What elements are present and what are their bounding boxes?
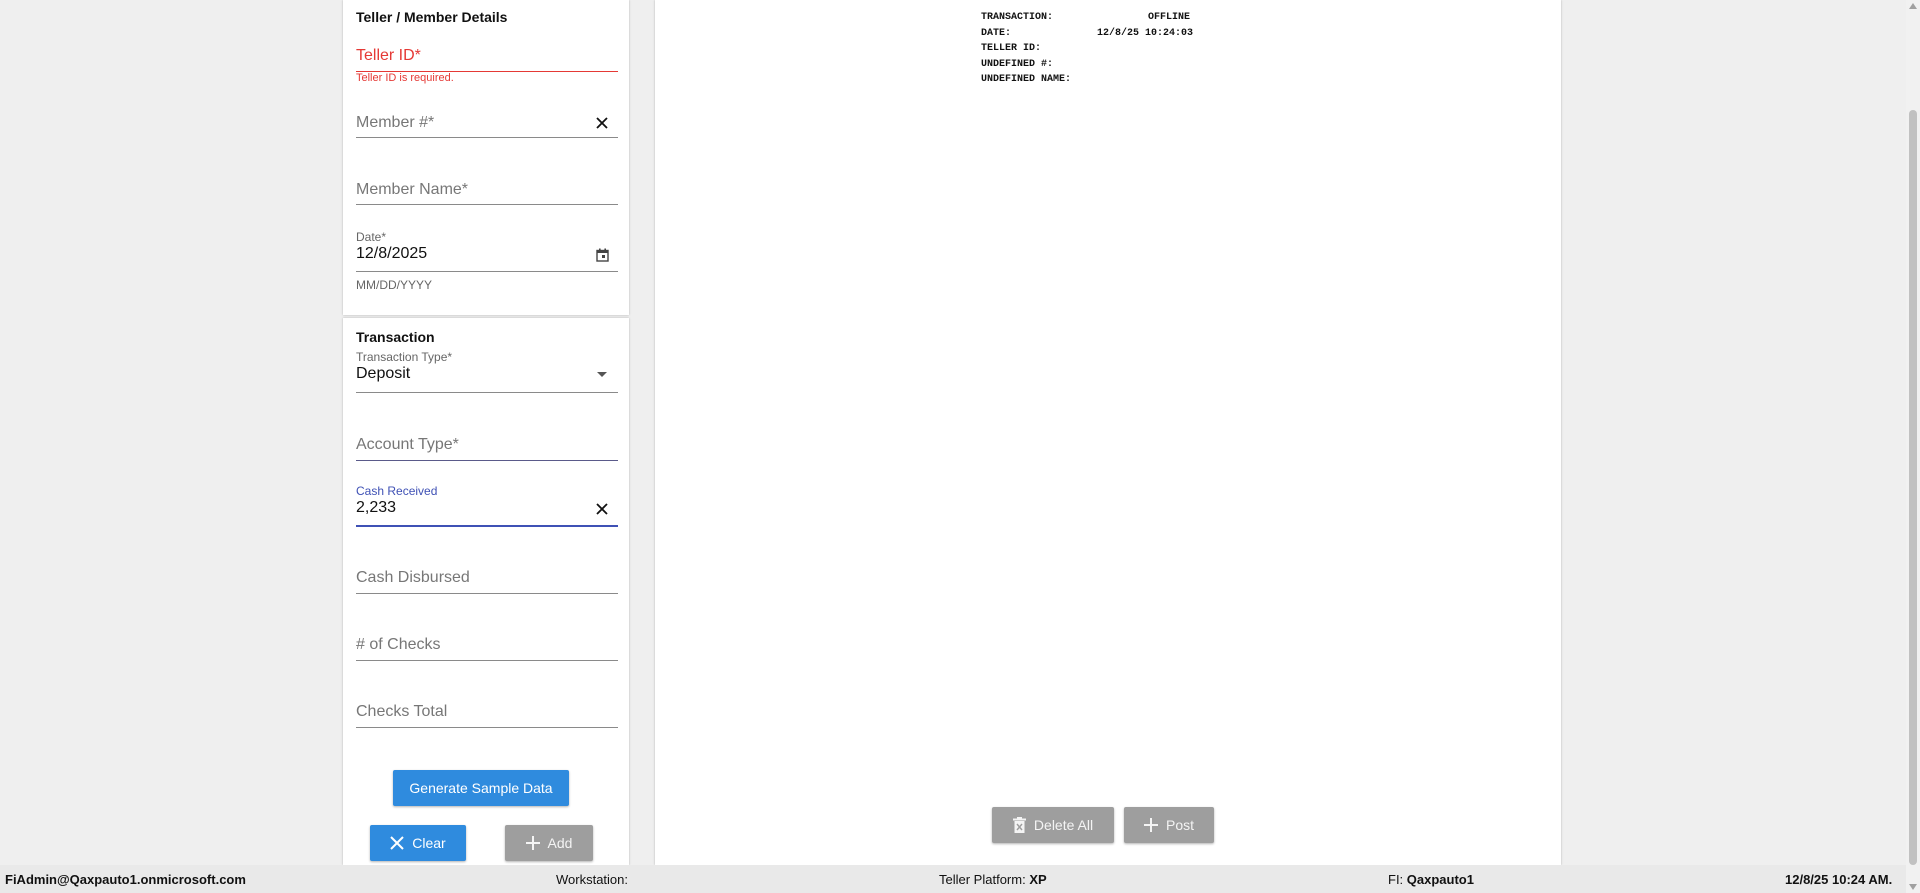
number-of-checks-field[interactable]: # of Checks — [356, 633, 618, 667]
scroll-down-arrow-icon[interactable] — [1909, 884, 1917, 890]
add-button[interactable]: Add — [505, 825, 593, 861]
receipt-key: DATE: — [981, 27, 1012, 39]
date-format-hint: MM/DD/YYYY — [356, 278, 433, 292]
plus-icon — [525, 836, 540, 850]
cash-received-field[interactable]: Cash Received 2,233 — [356, 484, 618, 527]
scroll-up-arrow-icon[interactable] — [1909, 3, 1917, 9]
receipt-row: UNDEFINED #: — [981, 57, 1241, 73]
transaction-card: Transaction Transaction Type* Deposit Ac… — [343, 318, 629, 865]
teller-id-placeholder: Teller ID* — [356, 47, 421, 64]
cash-disbursed-field[interactable]: Cash Disbursed — [356, 566, 618, 600]
status-fi-value: Qaxpauto1 — [1406, 872, 1474, 887]
receipt-text: TRANSACTION: OFFLINE DATE: 12/8/25 10:24… — [981, 10, 1241, 88]
teller-section-title: Teller / Member Details — [356, 9, 508, 25]
member-name-placeholder: Member Name* — [356, 181, 469, 198]
checks-total-field[interactable]: Checks Total — [356, 700, 618, 734]
receipt-row: TELLER ID: — [981, 41, 1241, 57]
cash-received-underline — [356, 525, 618, 527]
cash-disbursed-underline — [356, 593, 618, 594]
status-platform: Teller Platform: XP — [939, 872, 1047, 887]
chevron-down-icon[interactable] — [592, 365, 612, 385]
clear-member-number-icon[interactable] — [592, 113, 612, 133]
status-bar: FiAdmin@Qaxpauto1.onmicrosoft.com Workst… — [0, 865, 1906, 893]
clear-cash-received-icon[interactable] — [592, 499, 612, 519]
add-button-label: Add — [547, 835, 573, 851]
vertical-scrollbar[interactable] — [1906, 0, 1920, 893]
number-of-checks-placeholder: # of Checks — [356, 636, 441, 653]
receipt-row: UNDEFINED NAME: — [981, 72, 1241, 88]
scrollbar-thumb[interactable] — [1909, 110, 1917, 865]
close-icon — [390, 836, 404, 850]
post-button[interactable]: Post — [1124, 807, 1214, 843]
date-field[interactable]: Date* 12/8/2025 MM/DD/YYYY — [356, 229, 618, 299]
teller-member-details-card: Teller / Member Details Teller ID* Telle… — [343, 0, 629, 315]
receipt-key: UNDEFINED NAME: — [981, 74, 1072, 85]
checks-total-placeholder: Checks Total — [356, 703, 448, 720]
member-name-field[interactable]: Member Name* — [356, 178, 618, 208]
trash-icon — [1012, 817, 1026, 833]
account-type-underline — [356, 460, 618, 461]
status-user: FiAdmin@Qaxpauto1.onmicrosoft.com — [5, 872, 246, 887]
transaction-type-select[interactable]: Transaction Type* Deposit — [356, 350, 618, 394]
teller-id-error: Teller ID is required. — [356, 72, 454, 84]
receipt-preview-panel: TRANSACTION: OFFLINE DATE: 12/8/25 10:24… — [655, 0, 1561, 865]
delete-all-label: Delete All — [1033, 817, 1094, 833]
calendar-icon[interactable] — [592, 245, 612, 265]
receipt-row: TRANSACTION: OFFLINE — [981, 10, 1241, 26]
clear-button[interactable]: Clear — [370, 825, 466, 861]
date-underline — [356, 271, 618, 272]
transaction-type-underline — [356, 392, 618, 393]
post-button-label: Post — [1165, 817, 1194, 833]
date-value: 12/8/2025 — [356, 245, 428, 262]
status-fi-label: FI: — [1388, 872, 1404, 887]
teller-id-field[interactable]: Teller ID* Teller ID is required. — [356, 44, 618, 94]
member-number-underline — [356, 137, 618, 138]
cash-disbursed-placeholder: Cash Disbursed — [356, 569, 470, 586]
receipt-value: 12/8/25 10:24:03 — [1097, 27, 1194, 39]
generate-sample-data-button[interactable]: Generate Sample Data — [393, 770, 569, 806]
generate-sample-data-label: Generate Sample Data — [409, 780, 553, 796]
number-of-checks-underline — [356, 660, 618, 661]
member-name-underline — [356, 204, 618, 205]
receipt-key: TELLER ID: — [981, 43, 1042, 54]
transaction-section-title: Transaction — [356, 329, 435, 345]
receipt-value: OFFLINE — [1148, 12, 1191, 23]
account-type-field[interactable]: Account Type* — [356, 433, 618, 467]
status-platform-value: XP — [1029, 872, 1047, 887]
cash-received-label: Cash Received — [356, 484, 438, 498]
status-datetime: 12/8/25 10:24 AM. — [1785, 872, 1893, 887]
clear-button-label: Clear — [412, 835, 446, 851]
transaction-type-label: Transaction Type* — [356, 350, 453, 364]
status-workstation-label: Workstation: — [556, 872, 629, 887]
cash-received-value: 2,233 — [356, 499, 397, 516]
status-fi: FI: Qaxpauto1 — [1388, 872, 1474, 887]
transaction-type-value: Deposit — [356, 365, 411, 382]
member-number-field[interactable]: Member #* — [356, 111, 618, 141]
plus-icon — [1143, 818, 1158, 832]
date-label: Date* — [356, 230, 387, 244]
account-type-placeholder: Account Type* — [356, 436, 459, 453]
receipt-row: DATE: 12/8/25 10:24:03 — [981, 26, 1241, 42]
receipt-key: UNDEFINED #: — [981, 58, 1054, 70]
receipt-key: TRANSACTION: — [981, 12, 1054, 23]
checks-total-underline — [356, 727, 618, 728]
member-number-placeholder: Member #* — [356, 114, 435, 131]
delete-all-button[interactable]: Delete All — [992, 807, 1114, 843]
status-platform-label: Teller Platform: — [939, 872, 1026, 887]
